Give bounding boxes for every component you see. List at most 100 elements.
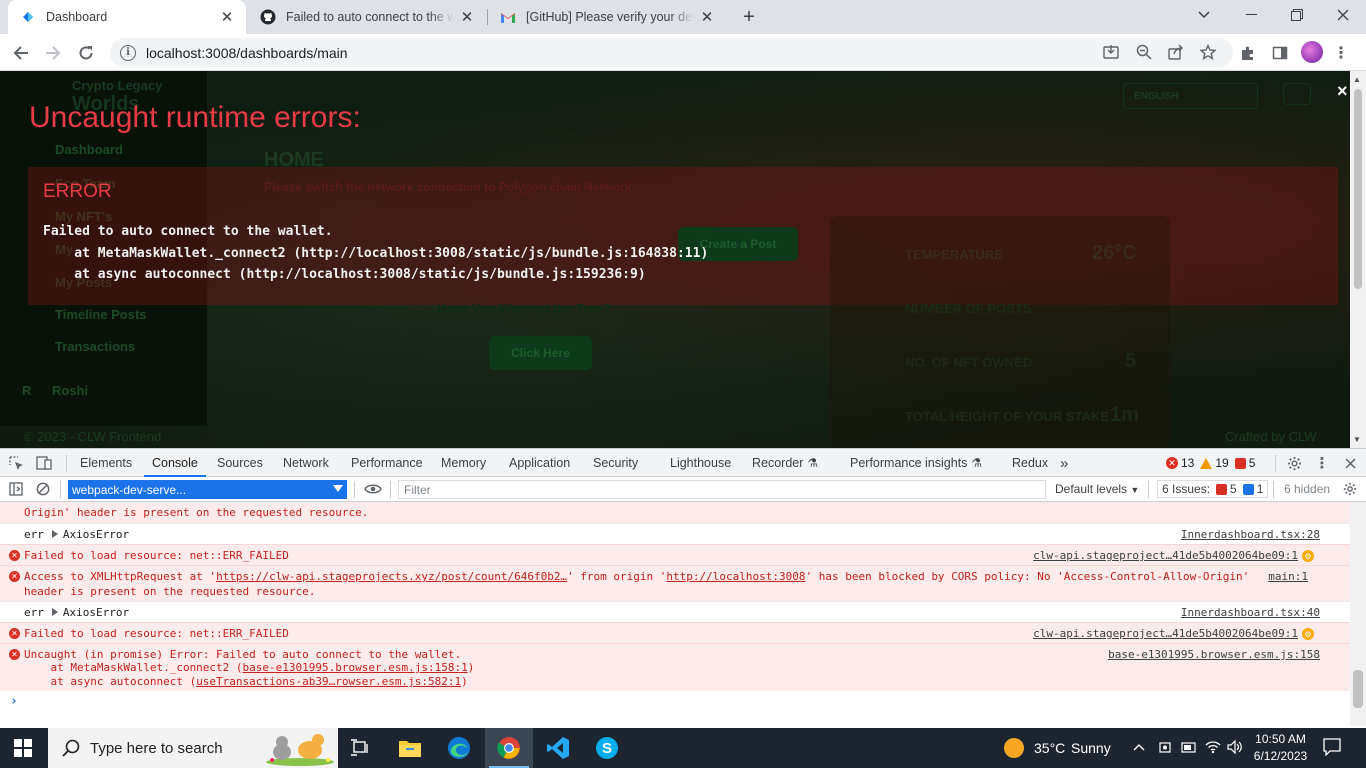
scroll-thumb[interactable]: [1353, 670, 1363, 708]
extensions-puzzle-icon[interactable]: [1238, 43, 1258, 63]
console-scrollbar[interactable]: [1350, 502, 1366, 726]
side-panel-icon[interactable]: [1270, 43, 1290, 63]
edge-icon[interactable]: [435, 728, 483, 768]
svg-text:S: S: [602, 740, 612, 757]
new-tab-button[interactable]: +: [738, 6, 760, 28]
source-link[interactable]: clw-api.stageproject…41de5b4002064be09:1: [1033, 548, 1298, 563]
back-icon[interactable]: [7, 39, 35, 67]
share-icon[interactable]: [1167, 43, 1185, 61]
chrome-icon[interactable]: [485, 728, 533, 768]
sidebar-item-transactions[interactable]: Transactions: [55, 339, 135, 354]
meet-now-icon[interactable]: [1158, 740, 1172, 759]
close-tab-icon[interactable]: ✕: [458, 8, 476, 26]
tab-performance[interactable]: Performance: [351, 449, 423, 477]
tab-network[interactable]: Network: [283, 449, 329, 477]
vscode-icon[interactable]: [534, 728, 582, 768]
sidebar-item-timeline-posts[interactable]: Timeline Posts: [55, 307, 147, 322]
notifications-icon[interactable]: [1323, 738, 1341, 759]
origin-link[interactable]: http://localhost:3008: [666, 570, 805, 583]
battery-icon[interactable]: [1181, 740, 1197, 757]
wifi-icon[interactable]: [1205, 740, 1221, 757]
sidebar-item-dashboard[interactable]: Dashboard: [55, 142, 123, 157]
zoom-icon[interactable]: [1135, 43, 1153, 61]
console-prompt[interactable]: ›: [10, 694, 18, 709]
file-explorer-icon[interactable]: [386, 728, 434, 768]
show-sidebar-icon[interactable]: [8, 481, 24, 497]
tab-console[interactable]: Console: [144, 449, 206, 477]
request-url-link[interactable]: https://clw-api.stageprojects.xyz/post/c…: [216, 570, 567, 583]
page-scrollbar[interactable]: ▲ ▼: [1350, 71, 1366, 448]
overlay-close-icon[interactable]: ×: [1337, 81, 1348, 102]
scroll-thumb[interactable]: [1354, 89, 1362, 289]
windows-start-icon[interactable]: [14, 739, 32, 757]
source-link[interactable]: base-e1301995.browser.esm.js:158: [1108, 647, 1320, 662]
taskbar-search[interactable]: Type here to search: [48, 728, 338, 768]
user-avatar[interactable]: R: [22, 383, 31, 398]
tab-performance-insights[interactable]: Performance insights ⚗: [850, 449, 982, 477]
settings-gear-icon[interactable]: [1286, 455, 1302, 471]
stack-frame-link[interactable]: useTransactions-ab39…rowser.esm.js:582:1: [196, 675, 461, 688]
clear-console-icon[interactable]: [35, 481, 51, 497]
volume-icon[interactable]: [1227, 739, 1243, 757]
user-name[interactable]: Roshi: [52, 383, 88, 398]
tray-chevron-up-icon[interactable]: [1133, 740, 1145, 754]
profile-avatar[interactable]: [1301, 41, 1323, 63]
devtools-menu-icon[interactable]: ⋮: [1314, 455, 1330, 472]
expand-triangle-icon[interactable]: [51, 608, 58, 616]
site-info-icon[interactable]: i: [120, 44, 136, 61]
tab-gmail[interactable]: [GitHub] Please verify your devic ✕: [488, 0, 726, 34]
restore-icon[interactable]: [1274, 0, 1320, 30]
console-filter-input[interactable]: Filter: [398, 480, 1046, 499]
tab-sources[interactable]: Sources: [217, 449, 263, 477]
device-toolbar-icon[interactable]: [36, 455, 52, 471]
tab-memory[interactable]: Memory: [441, 449, 486, 477]
scroll-up-icon[interactable]: ▲: [1353, 75, 1361, 84]
header-icon-button[interactable]: [1283, 83, 1311, 105]
console-messages[interactable]: Origin' header is present on the request…: [0, 502, 1350, 726]
log-levels-dropdown[interactable]: Default levels ▼: [1055, 482, 1139, 496]
source-link[interactable]: clw-api.stageproject…41de5b4002064be09:1: [1033, 626, 1298, 641]
install-app-icon[interactable]: [1102, 43, 1120, 61]
context-select[interactable]: webpack-dev-serve...: [68, 480, 347, 499]
forward-icon[interactable]: [39, 39, 67, 67]
weather-description[interactable]: Sunny: [1071, 740, 1111, 756]
tab-recorder[interactable]: Recorder ⚗: [752, 449, 818, 477]
tab-search-chevron-icon[interactable]: [1181, 0, 1227, 30]
scroll-down-icon[interactable]: ▼: [1353, 435, 1361, 444]
language-select[interactable]: ENGLISH: [1123, 83, 1258, 109]
click-here-button[interactable]: Click Here: [489, 336, 592, 370]
weather-sun-icon[interactable]: [1004, 738, 1024, 758]
source-link[interactable]: main:1: [1268, 569, 1308, 584]
bookmark-star-icon[interactable]: [1199, 43, 1217, 61]
skype-icon[interactable]: S: [583, 728, 631, 768]
reload-icon[interactable]: [72, 39, 100, 67]
tab-security[interactable]: Security: [593, 449, 638, 477]
source-link[interactable]: Innerdashboard.tsx:40: [1181, 605, 1320, 620]
close-tab-icon[interactable]: ✕: [698, 8, 716, 26]
task-view-icon[interactable]: [337, 728, 385, 768]
overlay-title: Uncaught runtime errors:: [29, 101, 361, 134]
inspect-element-icon[interactable]: [8, 455, 24, 471]
live-expression-eye-icon[interactable]: [364, 481, 382, 497]
tab-dashboard[interactable]: Dashboard ✕: [8, 0, 246, 34]
system-clock[interactable]: 10:50 AM 6/12/2023: [1248, 731, 1313, 765]
tab-lighthouse[interactable]: Lighthouse: [670, 449, 731, 477]
expand-triangle-icon[interactable]: [51, 530, 58, 538]
tab-application[interactable]: Application: [509, 449, 570, 477]
chrome-menu-icon[interactable]: ⋮: [1331, 43, 1351, 63]
close-tab-icon[interactable]: ✕: [218, 8, 236, 26]
error-count-badge[interactable]: ✕ 13 19 5: [1166, 456, 1255, 470]
source-link[interactable]: Innerdashboard.tsx:28: [1181, 527, 1320, 542]
minimize-icon[interactable]: [1228, 0, 1274, 30]
close-window-icon[interactable]: [1320, 0, 1366, 30]
tab-github-issue[interactable]: Failed to auto connect to the wal ✕: [248, 0, 486, 34]
more-tabs-icon[interactable]: »: [1060, 449, 1068, 477]
address-bar[interactable]: i localhost:3008/dashboards/main: [110, 38, 1233, 67]
weather-temperature[interactable]: 35°C: [1034, 740, 1065, 756]
issues-button[interactable]: 6 Issues: 5 1: [1157, 480, 1269, 498]
stack-frame-link[interactable]: base-e1301995.browser.esm.js:158:1: [243, 661, 468, 674]
tab-elements[interactable]: Elements: [80, 449, 132, 477]
tab-redux[interactable]: Redux: [1012, 449, 1048, 477]
console-settings-gear-icon[interactable]: [1342, 481, 1358, 497]
close-devtools-icon[interactable]: [1342, 455, 1358, 471]
